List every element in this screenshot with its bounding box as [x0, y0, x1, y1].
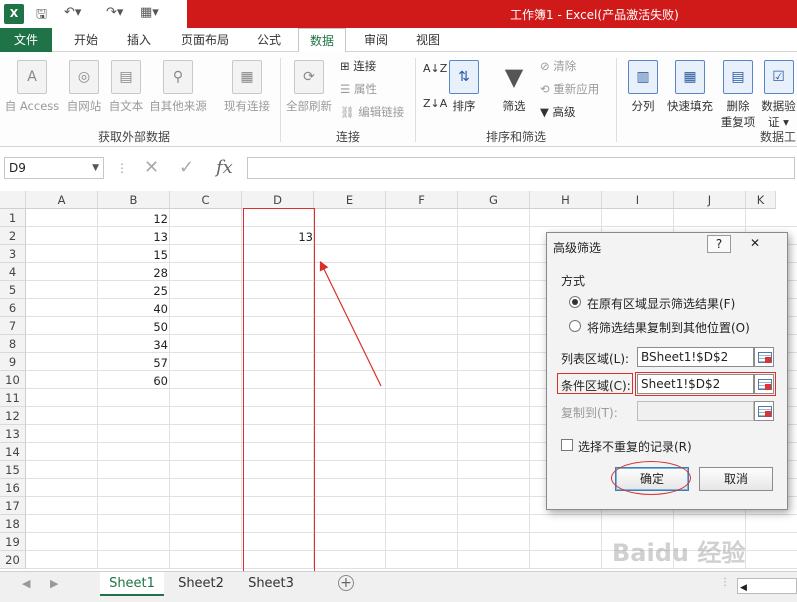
method-label: 方式 — [561, 274, 586, 288]
copy-to-label: 复制到(T): — [561, 406, 618, 420]
range-select-icon — [754, 401, 774, 421]
advanced-filter-dialog: 高级筛选 ? ✕ 方式 在原有区域显示筛选结果(F) 将筛选结果复制到其他位置(… — [546, 232, 788, 510]
watermark: Baidu 经验 — [612, 539, 746, 567]
dialog-title: 高级筛选 — [553, 241, 602, 255]
copy-to-input — [637, 401, 754, 421]
range-select-icon[interactable] — [754, 374, 774, 394]
help-button[interactable]: ? — [707, 235, 731, 253]
unique-records-checkbox[interactable] — [561, 439, 573, 451]
list-range-input[interactable]: BSheet1!$D$2 — [637, 347, 754, 367]
radio-copy-to-location[interactable] — [569, 320, 581, 332]
cancel-button[interactable]: 取消 — [699, 467, 773, 491]
radio-filter-in-place[interactable] — [569, 296, 581, 308]
option-copy-to-location[interactable]: 将筛选结果复制到其他位置(O) — [587, 319, 750, 336]
range-select-icon[interactable] — [754, 347, 774, 367]
arrow-to-column-d — [319, 260, 382, 387]
close-icon[interactable]: ✕ — [743, 235, 767, 253]
annotation-circle — [611, 461, 691, 495]
list-range-label: 列表区域(L): — [561, 352, 630, 366]
option-filter-in-place[interactable]: 在原有区域显示筛选结果(F) — [587, 295, 735, 312]
unique-records-label[interactable]: 选择不重复的记录(R) — [578, 438, 692, 455]
annotation-box — [557, 373, 633, 394]
